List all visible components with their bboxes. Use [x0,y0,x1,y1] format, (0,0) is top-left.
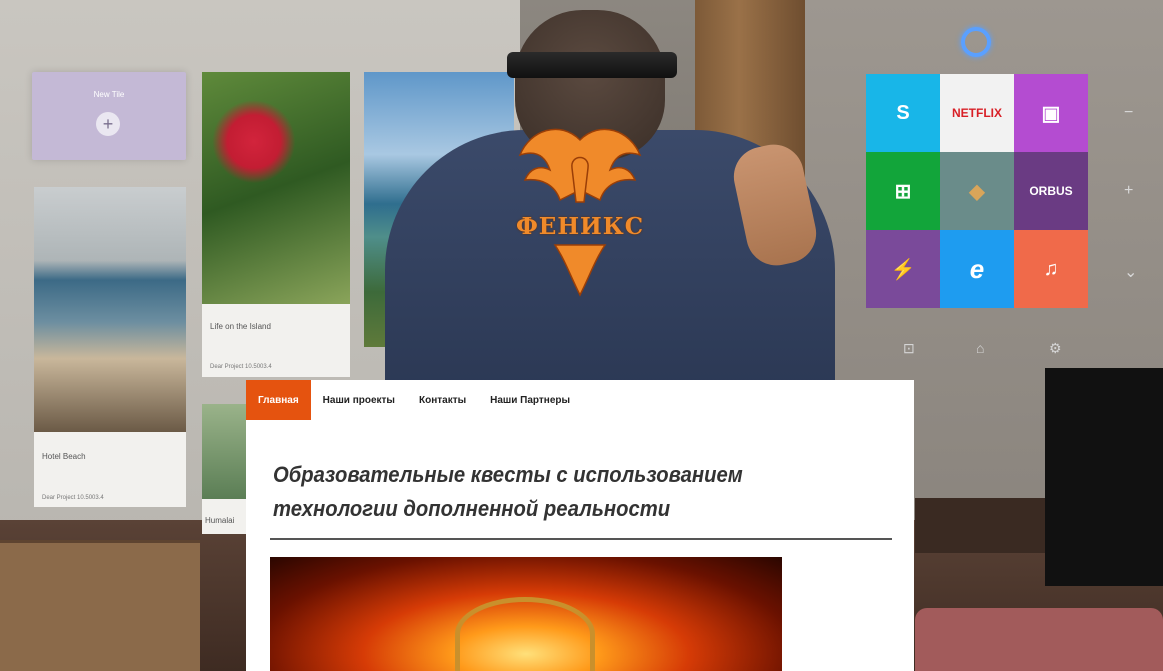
television [1045,368,1163,586]
plus-icon[interactable]: + [96,112,120,136]
phoenix-emblem-icon [518,128,642,297]
card-title: Life on the Island [210,322,271,331]
phoenix-logo: ФЕНИКС [500,110,660,300]
website-panel: Главная Наши проекты Контакты Наши Партн… [246,380,914,671]
small-photo [202,404,250,499]
photo-card-flower[interactable]: Life on the Island Dear Project 10.5003.… [202,72,350,377]
nav-contacts[interactable]: Контакты [407,380,478,420]
new-tile-card[interactable]: New Tile + [32,72,186,160]
card-title: Hotel Beach [42,452,86,461]
settings-gear-icon[interactable]: ⚙ [1049,340,1062,357]
controller-icon[interactable]: ⌂ [976,340,984,356]
card-meta: Dear Project 10.5003.4 [42,495,104,501]
beach-photo [34,187,186,432]
store-bag-icon: ⊞ [894,180,912,203]
chevron-down-icon[interactable]: ⌄ [1124,262,1137,282]
internet-explorer-tile[interactable]: e [940,230,1014,308]
mockingjay-emblem-icon [455,597,595,671]
hololens-headset [507,52,677,78]
headphones-icon: ♫ [1043,257,1059,280]
start-tiles-grid: S NETFLIX ▣ ⊞ ◆ ORBUS ⚡ e ♫ [866,74,1088,310]
internet-explorer-icon: e [969,253,985,284]
orbus-logo-icon: ORBUS [1029,184,1073,198]
app-building-icon: ▣ [1041,102,1061,125]
flower-photo [202,72,350,304]
photo-icon[interactable]: ⊡ [903,340,915,357]
photo-card-small[interactable]: Humalai [202,404,250,534]
side-table [915,498,1055,553]
cortana-icon[interactable] [961,27,991,57]
netflix-logo-icon: NETFLIX [952,106,1002,120]
headline-line-2: технологии дополненной реальности [273,496,671,521]
game-tile[interactable]: ◆ [940,152,1014,230]
skype-tile[interactable]: S [866,74,940,152]
card-title: Humalai [205,516,235,525]
headline-line-1: Образовательные квесты с использованием [273,462,743,487]
card-meta: Dear Project 10.5003.4 [210,364,272,370]
cube-icon: ◆ [969,180,985,203]
music-tile[interactable]: ♫ [1014,230,1088,308]
skype-icon: S [896,101,910,124]
hero-image-flaming-phoenix [270,557,782,671]
page-headline: Образовательные квесты с использованием … [273,458,825,526]
nav-partners[interactable]: Наши Партнеры [478,380,582,420]
netflix-tile[interactable]: NETFLIX [940,74,1014,152]
store-tile[interactable]: ⊞ [866,152,940,230]
energy-tile[interactable]: ⚡ [866,230,940,308]
add-icon[interactable]: + [1124,182,1133,200]
armchair [915,608,1163,671]
orbus-tile[interactable]: ORBUS [1014,152,1088,230]
app-tile-purple[interactable]: ▣ [1014,74,1088,152]
lightning-icon: ⚡ [890,258,916,281]
nav-home[interactable]: Главная [246,380,311,420]
divider [270,538,892,540]
site-navigation: Главная Наши проекты Контакты Наши Партн… [246,380,914,420]
logo-text: ФЕНИКС [515,213,645,240]
nav-projects[interactable]: Наши проекты [311,380,407,420]
cabinet [0,540,200,671]
minus-icon[interactable]: − [1124,104,1133,122]
photo-card-beach[interactable]: Hotel Beach Dear Project 10.5003.4 [34,187,186,507]
new-tile-label: New Tile [93,90,125,99]
